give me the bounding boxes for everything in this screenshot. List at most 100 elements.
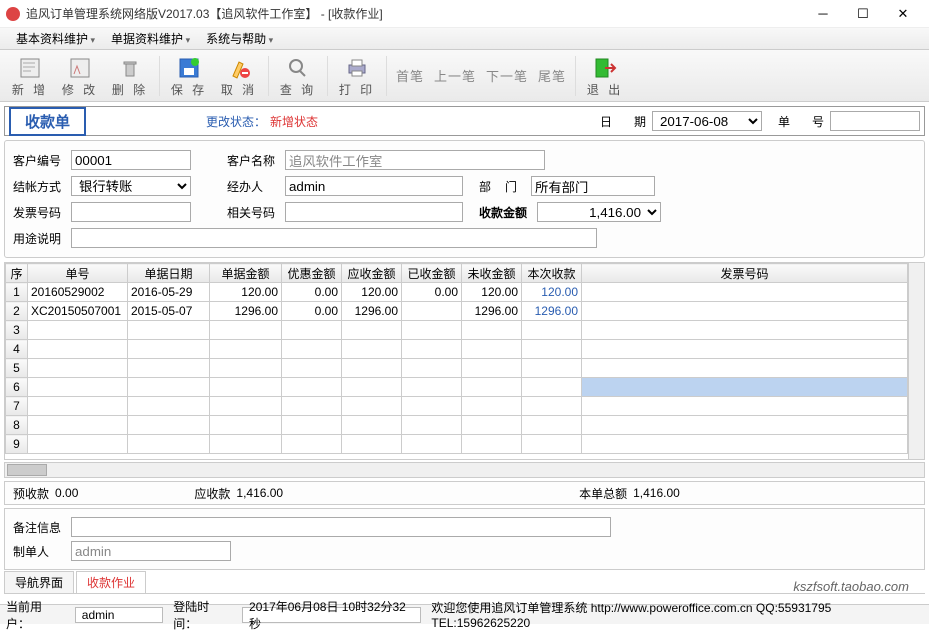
cell[interactable] <box>282 397 342 416</box>
new-button[interactable]: 新 增 <box>6 53 54 99</box>
cell[interactable] <box>582 416 908 435</box>
col-inv[interactable]: 发票号码 <box>582 264 908 283</box>
cell[interactable] <box>522 321 582 340</box>
cell[interactable] <box>402 416 462 435</box>
table-row[interactable]: 6 <box>6 378 908 397</box>
cell[interactable] <box>402 340 462 359</box>
cell[interactable] <box>28 416 128 435</box>
cell[interactable] <box>28 359 128 378</box>
cell[interactable] <box>522 416 582 435</box>
cell[interactable] <box>342 378 402 397</box>
save-button[interactable]: 保 存 <box>165 53 213 99</box>
cell[interactable] <box>462 359 522 378</box>
cell[interactable]: 120.00 <box>462 283 522 302</box>
cell[interactable] <box>210 378 282 397</box>
doc-number-input[interactable] <box>830 111 920 131</box>
cell[interactable] <box>342 416 402 435</box>
col-unpaid[interactable]: 未收金额 <box>462 264 522 283</box>
cell[interactable] <box>28 435 128 454</box>
cell[interactable] <box>128 397 210 416</box>
cell[interactable]: 20160529002 <box>28 283 128 302</box>
cell[interactable] <box>210 416 282 435</box>
cell[interactable] <box>28 378 128 397</box>
first-button[interactable]: 首笔 <box>392 53 428 99</box>
cell[interactable] <box>210 435 282 454</box>
cell[interactable]: 1296.00 <box>210 302 282 321</box>
cell[interactable] <box>282 321 342 340</box>
cust-name-input[interactable] <box>285 150 545 170</box>
delete-button[interactable]: 删 除 <box>106 53 154 99</box>
cell[interactable] <box>522 359 582 378</box>
tab-work[interactable]: 收款作业 <box>76 571 146 593</box>
cell[interactable] <box>28 321 128 340</box>
cell[interactable]: 9 <box>6 435 28 454</box>
table-row[interactable]: 1201605290022016-05-29120.000.00120.000.… <box>6 283 908 302</box>
cell[interactable] <box>582 321 908 340</box>
cell[interactable] <box>582 340 908 359</box>
col-paid[interactable]: 已收金额 <box>402 264 462 283</box>
cell[interactable]: 0.00 <box>282 302 342 321</box>
cancel-button[interactable]: 取 消 <box>215 53 263 99</box>
cell[interactable] <box>28 397 128 416</box>
cell[interactable] <box>210 397 282 416</box>
cell[interactable] <box>128 321 210 340</box>
cell[interactable]: 120.00 <box>522 283 582 302</box>
cell[interactable] <box>462 416 522 435</box>
settle-select[interactable]: 银行转账 <box>71 176 191 196</box>
exit-button[interactable]: 退 出 <box>581 53 629 99</box>
cell[interactable] <box>462 321 522 340</box>
table-row[interactable]: 3 <box>6 321 908 340</box>
cell[interactable] <box>522 378 582 397</box>
cell[interactable] <box>282 340 342 359</box>
cell[interactable] <box>342 359 402 378</box>
cell[interactable]: 2 <box>6 302 28 321</box>
cell[interactable]: 1296.00 <box>522 302 582 321</box>
tab-nav[interactable]: 导航界面 <box>4 571 74 593</box>
table-row[interactable]: 4 <box>6 340 908 359</box>
minimize-button[interactable]: ─ <box>803 2 843 26</box>
cell[interactable] <box>210 359 282 378</box>
cell[interactable]: 1 <box>6 283 28 302</box>
cell[interactable] <box>402 359 462 378</box>
cell[interactable]: 2016-05-29 <box>128 283 210 302</box>
cell[interactable] <box>282 435 342 454</box>
prev-button[interactable]: 上一笔 <box>430 53 480 99</box>
cell[interactable]: 1296.00 <box>342 302 402 321</box>
table-row[interactable]: 8 <box>6 416 908 435</box>
date-input[interactable]: 2017-06-08 <box>652 111 762 131</box>
cell[interactable]: XC20150507001 <box>28 302 128 321</box>
cell[interactable]: 0.00 <box>402 283 462 302</box>
cell[interactable]: 4 <box>6 340 28 359</box>
cell[interactable] <box>342 397 402 416</box>
cell[interactable] <box>342 435 402 454</box>
next-button[interactable]: 下一笔 <box>482 53 532 99</box>
cell[interactable] <box>522 397 582 416</box>
cell[interactable]: 8 <box>6 416 28 435</box>
col-due[interactable]: 应收金额 <box>342 264 402 283</box>
cell[interactable] <box>28 340 128 359</box>
cell[interactable] <box>128 378 210 397</box>
cell[interactable] <box>128 416 210 435</box>
handler-input[interactable] <box>285 176 463 196</box>
col-this[interactable]: 本次收款 <box>522 264 582 283</box>
cell[interactable] <box>210 340 282 359</box>
cell[interactable]: 1296.00 <box>462 302 522 321</box>
cell[interactable] <box>462 397 522 416</box>
table-row[interactable]: 9 <box>6 435 908 454</box>
table-row[interactable]: 2XC201505070012015-05-071296.000.001296.… <box>6 302 908 321</box>
close-button[interactable]: ✕ <box>883 2 923 26</box>
rel-input[interactable] <box>285 202 463 222</box>
cell[interactable] <box>402 435 462 454</box>
col-seq[interactable]: 序 <box>6 264 28 283</box>
col-disc[interactable]: 优惠金额 <box>282 264 342 283</box>
cell[interactable]: 3 <box>6 321 28 340</box>
cell[interactable]: 0.00 <box>282 283 342 302</box>
cell[interactable] <box>462 340 522 359</box>
remark-input[interactable] <box>71 517 611 537</box>
vertical-scrollbar[interactable] <box>908 263 924 459</box>
col-amt[interactable]: 单据金额 <box>210 264 282 283</box>
menu-basic[interactable]: 基本资料维护 <box>10 28 101 49</box>
cell[interactable] <box>582 397 908 416</box>
cell[interactable] <box>282 416 342 435</box>
cell[interactable] <box>582 302 908 321</box>
